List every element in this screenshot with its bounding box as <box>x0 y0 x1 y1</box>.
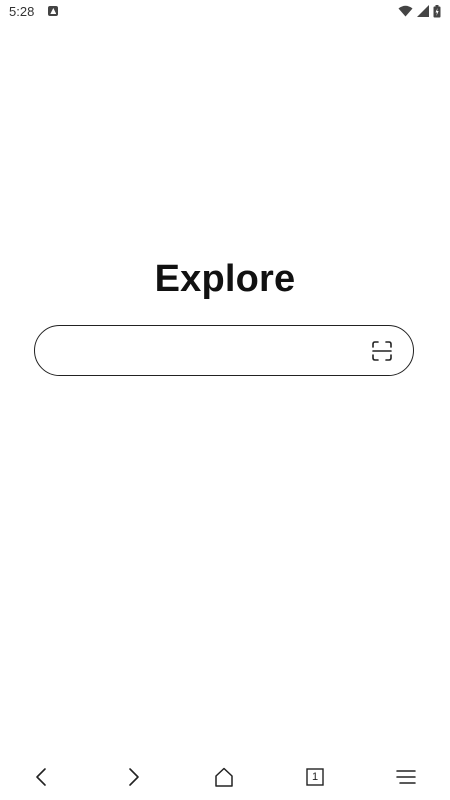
tab-count: 1 <box>311 771 319 783</box>
notification-a-icon <box>48 6 59 16</box>
chevron-left-icon <box>36 768 46 786</box>
menu-button[interactable] <box>392 764 420 790</box>
scan-icon <box>372 341 392 361</box>
wifi-icon <box>398 5 413 17</box>
search-box[interactable] <box>34 325 414 377</box>
signal-icon <box>417 5 429 17</box>
chevron-right-icon <box>129 768 139 786</box>
forward-button[interactable] <box>119 764 147 790</box>
back-button[interactable] <box>28 764 56 790</box>
status-bar: 5:28 <box>0 0 450 22</box>
scan-button[interactable] <box>371 340 393 362</box>
home-button[interactable] <box>210 764 238 790</box>
home-icon <box>215 767 233 787</box>
battery-icon <box>433 4 441 17</box>
bottom-navigation: 1 <box>0 752 450 800</box>
menu-icon <box>396 770 416 784</box>
status-icons <box>398 4 441 18</box>
status-time: 5:28 <box>9 3 35 19</box>
tabs-button[interactable]: 1 <box>301 764 329 790</box>
search-input[interactable] <box>57 326 361 377</box>
page-title: Explore <box>154 258 296 300</box>
